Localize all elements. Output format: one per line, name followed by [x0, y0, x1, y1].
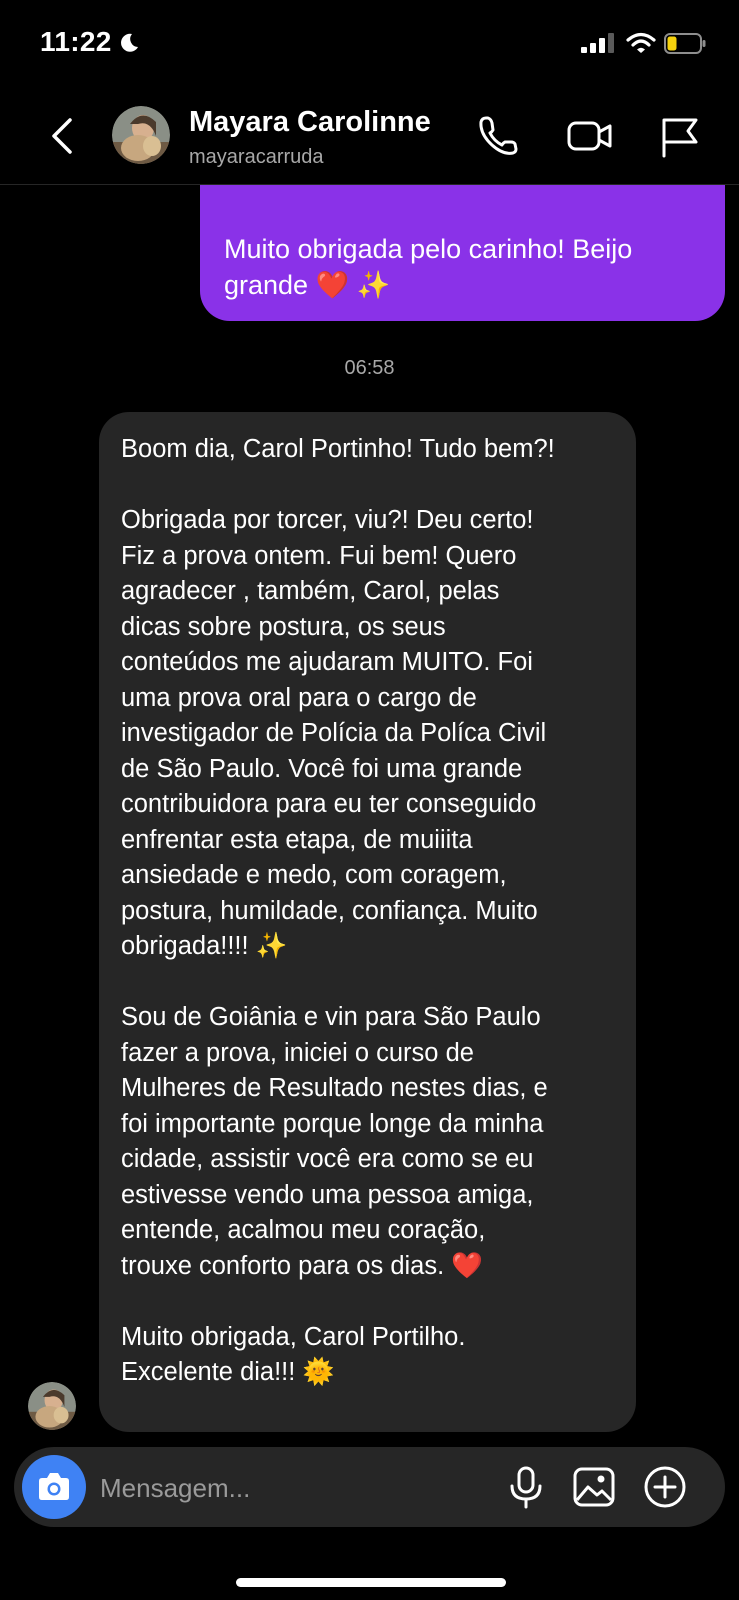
- status-time: 11:22: [40, 26, 112, 57]
- sent-message-bubble[interactable]: Muito obrigada pelo carinho! Beijo grand…: [200, 185, 725, 321]
- message-paragraph: Sou de Goiânia e vin para São Paulo faze…: [121, 1003, 548, 1280]
- message-paragraph: Boom dia, Carol Portinho! Tudo bem?!: [121, 435, 555, 463]
- message-composer: [14, 1447, 725, 1527]
- message-timestamp: 06:58: [344, 357, 395, 379]
- cellular-signal-icon: [581, 33, 614, 53]
- video-call-icon[interactable]: [566, 112, 614, 160]
- camera-icon: [39, 1473, 69, 1500]
- sender-avatar[interactable]: [28, 1382, 76, 1430]
- microphone-icon[interactable]: [503, 1464, 549, 1510]
- avatar[interactable]: [112, 106, 170, 164]
- gallery-icon[interactable]: [571, 1464, 617, 1510]
- back-chevron-icon[interactable]: [46, 112, 78, 160]
- home-indicator[interactable]: [236, 1578, 506, 1587]
- message-paragraph: Muito obrigada, Carol Portilho. Excelent…: [121, 1322, 466, 1387]
- message-input[interactable]: [98, 1461, 482, 1515]
- message-paragraph: Obrigada por torcer, viu?! Deu certo! Fi…: [121, 506, 547, 960]
- received-message-bubble[interactable]: Boom dia, Carol Portinho! Tudo bem?! Obr…: [99, 412, 636, 1432]
- camera-button[interactable]: [22, 1455, 86, 1519]
- phone-call-icon[interactable]: [474, 112, 522, 160]
- moon-icon: [121, 33, 138, 52]
- flag-icon[interactable]: [656, 112, 704, 160]
- chat-header: Mayara Carolinne mayaracarruda: [0, 92, 739, 185]
- wifi-icon: [626, 32, 656, 53]
- add-icon[interactable]: [642, 1464, 688, 1510]
- status-bar: 11:22: [0, 0, 739, 92]
- contact-name[interactable]: Mayara Carolinne: [189, 106, 431, 139]
- sent-message-text: Muito obrigada pelo carinho! Beijo grand…: [224, 234, 633, 300]
- contact-username[interactable]: mayaracarruda: [189, 146, 324, 169]
- battery-low-icon: [664, 33, 706, 54]
